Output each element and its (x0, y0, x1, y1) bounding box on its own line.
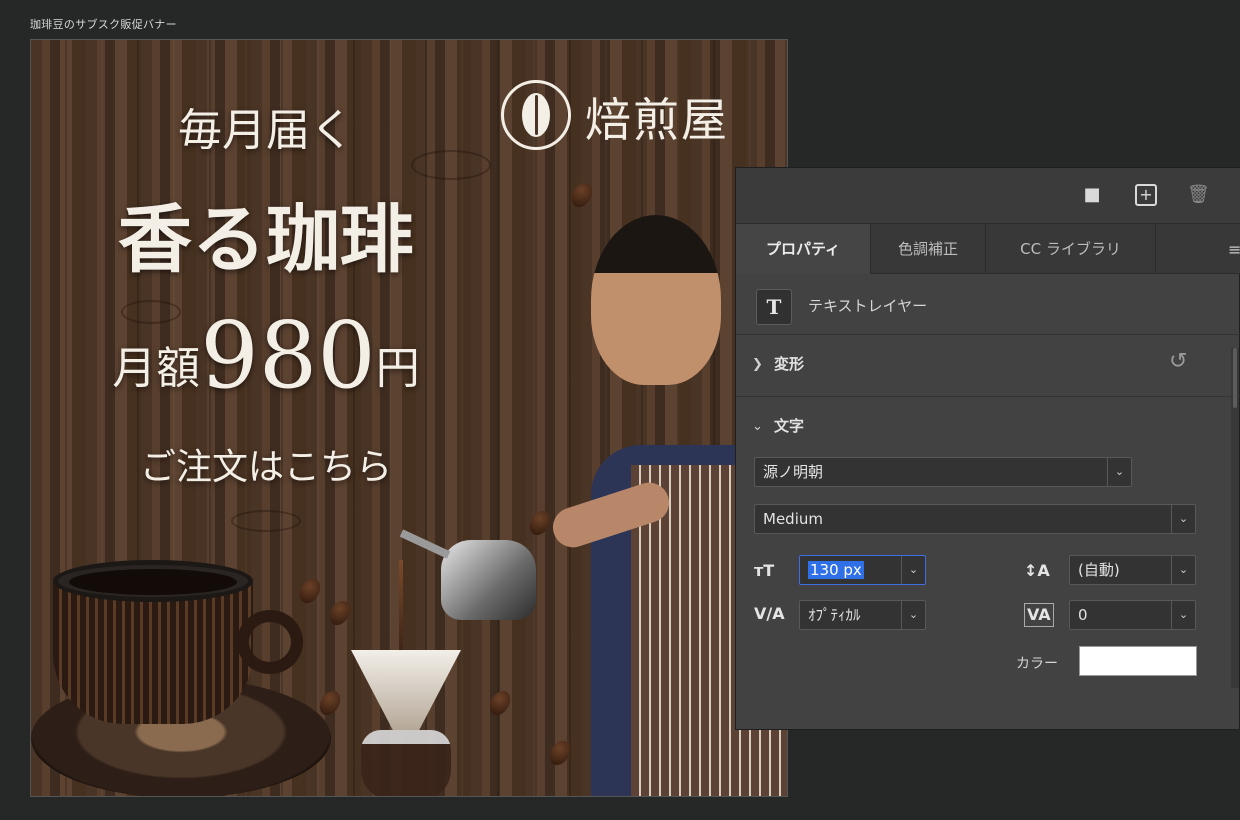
character-section-label[interactable]: 文字 (774, 415, 804, 436)
coffee-bean (485, 687, 515, 719)
font-family-value: 源ノ明朝 (763, 463, 824, 481)
font-style-select[interactable]: Medium ⌄ (754, 504, 1196, 534)
font-size-value: 130 px (808, 561, 864, 579)
document-title: 珈琲豆のサブスク販促バナー (30, 18, 177, 31)
chevron-down-icon[interactable]: ⌄ (901, 601, 925, 629)
font-family-select[interactable]: 源ノ明朝 ⌄ (754, 457, 1132, 487)
trash-icon[interactable]: 🗑 (1187, 184, 1210, 206)
coffee-dripper (351, 650, 461, 730)
price-amount: 980 (200, 302, 376, 409)
banner-call-to-action[interactable]: ご注文はこちら (31, 438, 501, 490)
banner-price[interactable]: 月額980円 (31, 302, 501, 409)
coffee-surface (69, 569, 237, 595)
text-color-swatch[interactable] (1079, 646, 1197, 676)
leading-value: (自動) (1078, 561, 1120, 579)
coffee-stream (399, 560, 403, 655)
panel-scrollbar-thumb[interactable] (1233, 348, 1237, 408)
chevron-down-icon[interactable]: ⌄ (1171, 601, 1195, 629)
kettle-spout (399, 529, 451, 559)
properties-panel: ■ + 🗑 プロパティ 色調補正 CC ライブラリ ≡ T テキストレイヤー ❯… (735, 167, 1240, 730)
color-label: カラー (1016, 656, 1058, 672)
chevron-down-icon[interactable]: ⌄ (901, 556, 925, 584)
brand-logo[interactable]: 焙煎屋 (501, 80, 787, 150)
coffee-server (361, 730, 451, 796)
tracking-value: 0 (1078, 606, 1088, 624)
layer-type-label: テキストレイヤー (808, 297, 928, 315)
photoshop-workspace: 珈琲豆のサブスク販促バナー 毎月届く 香る珈琲 月額980円 ご注文はこちら 焙… (0, 0, 1240, 820)
brand-name: 焙煎屋 (585, 93, 729, 147)
tracking-icon: VA (1024, 603, 1054, 627)
kerning-select[interactable]: ｵﾌﾟﾃｨｶﾙ ⌄ (799, 600, 926, 630)
folder-icon[interactable]: ■ (1081, 184, 1103, 206)
tab-cc-libraries[interactable]: CC ライブラリ (986, 224, 1156, 274)
font-size-input[interactable]: 130 px ⌄ (799, 555, 926, 585)
transform-section[interactable]: ❯ 変形 ↺ (736, 335, 1240, 397)
kerning-icon: V/A (754, 604, 785, 623)
kerning-value: ｵﾌﾟﾃｨｶﾙ (808, 606, 861, 624)
coffee-bean (567, 179, 597, 211)
chevron-down-icon[interactable]: ⌄ (1171, 505, 1195, 533)
leading-icon: ↕A (1024, 561, 1050, 580)
transform-section-label[interactable]: 変形 (774, 353, 804, 374)
panel-tabs: プロパティ 色調補正 CC ライブラリ (736, 224, 1240, 274)
font-size-icon: ᴛT (754, 561, 775, 580)
leading-select[interactable]: (自動) ⌄ (1069, 555, 1196, 585)
reset-icon[interactable]: ↺ (1169, 349, 1187, 374)
wood-knot-decoration (231, 510, 301, 532)
pour-over-kettle (441, 540, 536, 620)
panel-toolbar: ■ + 🗑 (736, 168, 1240, 224)
tab-properties[interactable]: プロパティ (736, 224, 871, 274)
price-suffix: 円 (375, 343, 420, 394)
price-prefix: 月額 (112, 343, 201, 394)
chevron-right-icon[interactable]: ❯ (752, 357, 763, 372)
panel-menu-icon[interactable]: ≡ (1228, 240, 1240, 259)
coffee-cup-image (31, 560, 331, 796)
text-layer-icon: T (756, 289, 792, 325)
tab-adjustments[interactable]: 色調補正 (871, 224, 986, 274)
tracking-select[interactable]: 0 ⌄ (1069, 600, 1196, 630)
new-layer-icon[interactable]: + (1135, 184, 1157, 206)
character-section: ⌄ 文字 源ノ明朝 ⌄ Medium ⌄ ᴛT 130 px ⌄ ↕A (自動)… (736, 397, 1240, 731)
barista-head (591, 215, 721, 385)
coffee-bean-logo-icon (501, 80, 571, 150)
banner-headline[interactable]: 香る珈琲 (31, 180, 501, 287)
layer-type-row: T テキストレイヤー (736, 275, 1240, 335)
document-canvas[interactable]: 毎月届く 香る珈琲 月額980円 ご注文はこちら 焙煎屋 (30, 39, 788, 797)
cup-handle (237, 610, 303, 674)
chevron-down-icon[interactable]: ⌄ (1107, 458, 1131, 486)
banner-line-1[interactable]: 毎月届く (31, 94, 501, 158)
font-style-value: Medium (763, 510, 823, 528)
chevron-down-icon[interactable]: ⌄ (752, 419, 763, 434)
chevron-down-icon[interactable]: ⌄ (1171, 556, 1195, 584)
coffee-bean (525, 507, 555, 539)
